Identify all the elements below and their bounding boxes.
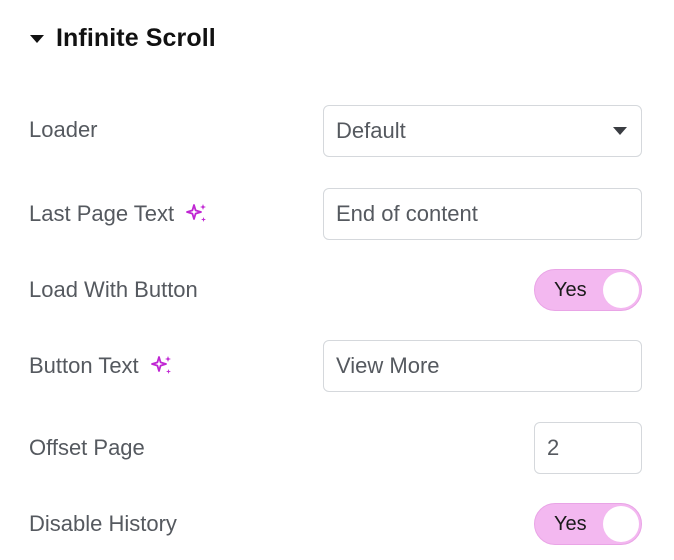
load-with-button-label: Load With Button [29,277,198,302]
chevron-down-icon [613,127,627,135]
section-header-infinite-scroll[interactable]: Infinite Scroll [30,22,216,54]
load-with-button-toggle[interactable]: Yes [534,269,642,311]
loader-label: Loader [29,117,98,142]
loader-select[interactable]: Default [323,105,642,157]
last-page-text-label: Last Page Text [29,201,175,226]
ai-sparkle-icon[interactable] [184,201,210,227]
offset-page-label-row: Offset Page [29,428,145,468]
last-page-text-field[interactable] [336,201,641,227]
ai-sparkle-icon[interactable] [149,353,175,379]
load-with-button-toggle-label: Yes [554,279,587,301]
caret-down-icon [30,35,44,43]
last-page-text-input[interactable] [323,188,642,240]
offset-page-label: Offset Page [29,435,145,460]
loader-select-value: Default [336,118,406,143]
button-text-field[interactable] [336,353,641,379]
disable-history-label-row: Disable History [29,504,177,544]
offset-page-field[interactable] [547,435,641,461]
button-text-label: Button Text [29,353,139,378]
section-title: Infinite Scroll [56,23,216,52]
loader-label-row: Loader [29,110,98,150]
toggle-knob [603,272,639,308]
offset-page-input[interactable] [534,422,642,474]
disable-history-label: Disable History [29,511,177,536]
disable-history-toggle[interactable]: Yes [534,503,642,545]
toggle-knob [603,506,639,542]
button-text-input[interactable] [323,340,642,392]
button-text-label-row: Button Text [29,346,175,386]
last-page-text-label-row: Last Page Text [29,194,210,234]
load-with-button-label-row: Load With Button [29,270,198,310]
disable-history-toggle-label: Yes [554,513,587,535]
